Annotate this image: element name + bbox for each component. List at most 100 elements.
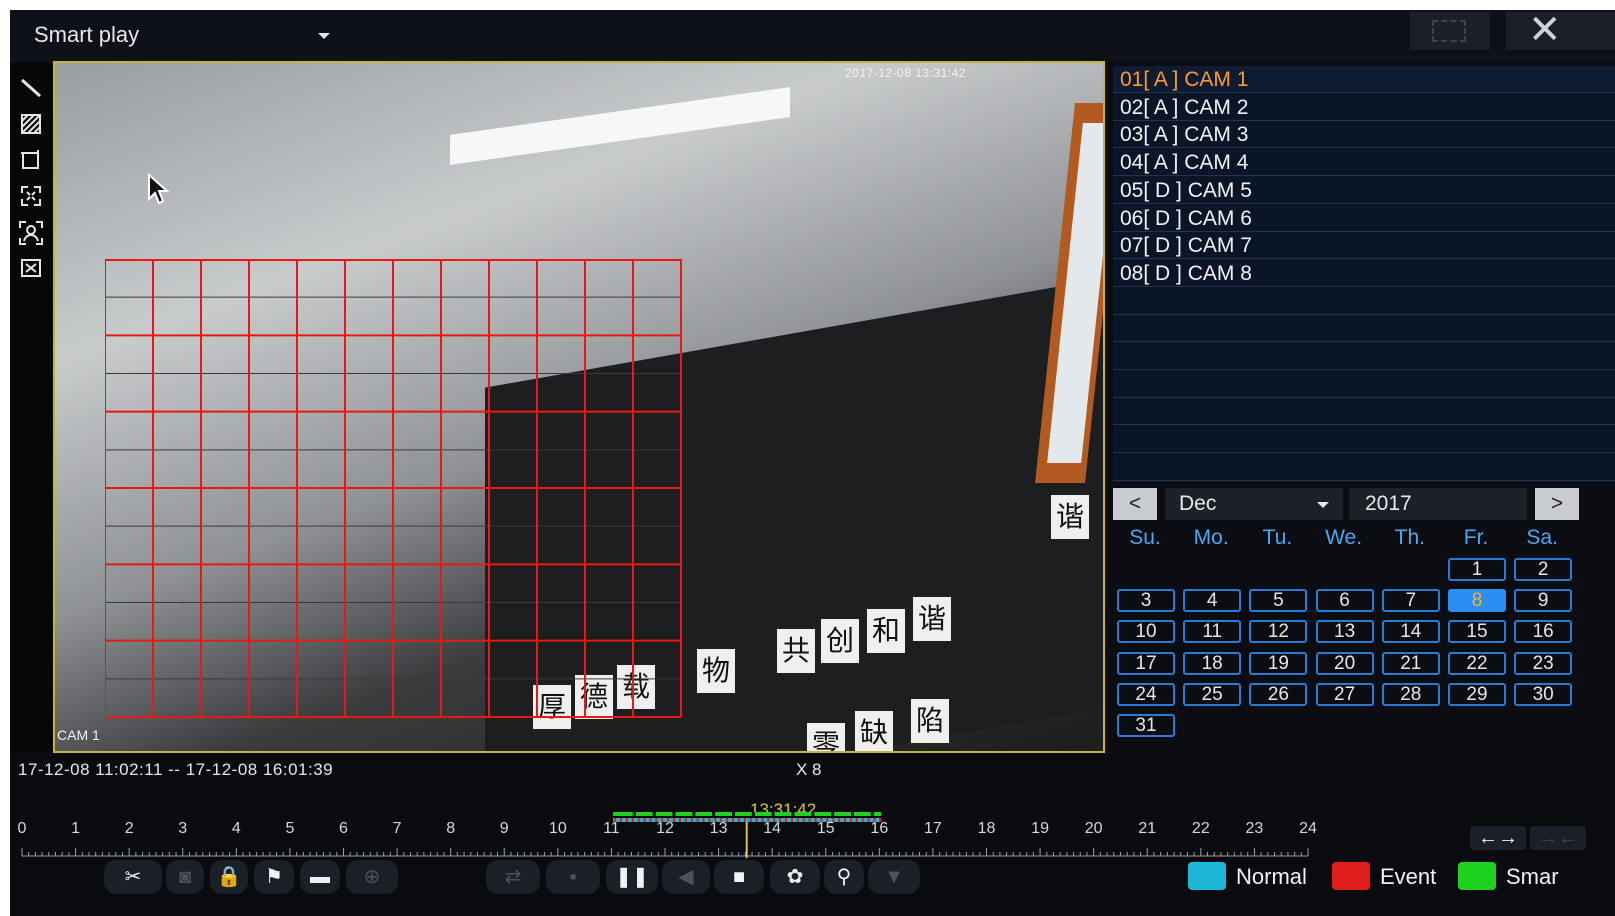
- timeline-collapse-button[interactable]: →←: [1530, 826, 1586, 850]
- event-mark: [855, 818, 858, 822]
- wall-character: 缺: [855, 711, 893, 751]
- calendar-day[interactable]: 29: [1448, 682, 1506, 706]
- calendar-day[interactable]: 16: [1514, 620, 1573, 644]
- camera-list: 01[ A ] CAM 1 02[ A ] CAM 2 03[ A ] CAM 30…: [1113, 66, 1615, 482]
- hour-label: 21: [1138, 820, 1157, 837]
- record-gap: [632, 812, 636, 816]
- area-fill-tool[interactable]: [16, 112, 46, 142]
- pause-button[interactable]: ❚❚: [606, 860, 658, 894]
- line-draw-tool[interactable]: [16, 76, 46, 106]
- lock-icon: 🔒: [216, 866, 242, 888]
- calendar-day[interactable]: 25: [1183, 682, 1242, 706]
- calendar-day[interactable]: 12: [1249, 620, 1308, 644]
- smart-search-grid[interactable]: [105, 259, 685, 719]
- split-icon: ⇄: [504, 866, 522, 888]
- camera-list-empty-row: [1113, 426, 1615, 454]
- frame-button[interactable]: ▪: [546, 860, 600, 894]
- record-gap: [850, 812, 854, 816]
- hour-label: 10: [548, 820, 567, 837]
- calendar-day[interactable]: 26: [1249, 682, 1308, 706]
- calendar-day[interactable]: 27: [1315, 682, 1374, 706]
- filter-icon: ▼: [884, 866, 904, 888]
- camera-item[interactable]: 05[ D ] CAM 5: [1113, 177, 1615, 204]
- hour-label: 17: [924, 820, 942, 837]
- playback-speed: X 8: [796, 760, 822, 779]
- calendar-day[interactable]: 30: [1514, 682, 1573, 706]
- hour-label: 4: [231, 820, 241, 837]
- camera-item[interactable]: 06[ D ] CAM 6: [1113, 205, 1615, 232]
- calendar-day[interactable]: 19: [1249, 651, 1308, 675]
- month-dropdown[interactable]: Dec: [1165, 488, 1343, 520]
- camera-item[interactable]: 04[ A ] CAM 4: [1113, 149, 1615, 177]
- calendar-day[interactable]: 22: [1448, 651, 1506, 675]
- snapshot-button[interactable]: ◙: [166, 860, 204, 894]
- next-month-button[interactable]: >: [1535, 488, 1579, 520]
- hour-label: 15: [816, 820, 835, 837]
- record-gap: [811, 812, 815, 816]
- clip-button[interactable]: ✂: [104, 860, 162, 894]
- timeline-expand-button[interactable]: ←→: [1470, 826, 1526, 850]
- calendar-day[interactable]: 9: [1514, 589, 1573, 613]
- calendar-day[interactable]: 31: [1117, 714, 1175, 737]
- search-button[interactable]: ⚲: [824, 860, 864, 894]
- year-field[interactable]: 2017: [1349, 488, 1527, 520]
- calendar-day[interactable]: 1: [1448, 558, 1506, 581]
- face-detect-tool[interactable]: [16, 220, 46, 250]
- calendar-day[interactable]: 24: [1117, 682, 1175, 706]
- hour-label: 13: [709, 820, 728, 837]
- calendar-day[interactable]: 14: [1381, 620, 1440, 644]
- calendar-day[interactable]: 5: [1249, 589, 1308, 613]
- calendar-day[interactable]: 8: [1448, 589, 1506, 613]
- calendar-day[interactable]: 20: [1315, 651, 1374, 675]
- event-mark: [731, 818, 734, 822]
- camera-item[interactable]: 07[ D ] CAM 7: [1113, 232, 1615, 260]
- calendar-day[interactable]: 21: [1381, 651, 1440, 675]
- folder-button[interactable]: ▬: [300, 860, 340, 894]
- camera-item[interactable]: 01[ A ] CAM 1: [1113, 66, 1615, 93]
- close-button[interactable]: ✕: [1506, 10, 1615, 52]
- stop-button[interactable]: ■: [714, 860, 764, 894]
- record-gap: [870, 812, 874, 816]
- event-mark: [637, 818, 640, 822]
- calendar-day[interactable]: 11: [1183, 620, 1242, 644]
- calendar-day[interactable]: 2: [1514, 558, 1573, 581]
- tag-button[interactable]: ⚑: [254, 860, 294, 894]
- clear-icon: [21, 259, 41, 277]
- calendar-day[interactable]: 4: [1183, 589, 1242, 613]
- region-select-tool[interactable]: [16, 148, 46, 178]
- expand-tool[interactable]: [16, 184, 46, 214]
- calendar-day[interactable]: 17: [1117, 651, 1175, 675]
- lock-button[interactable]: 🔒: [210, 860, 248, 894]
- calendar-day[interactable]: 6: [1315, 589, 1374, 613]
- top-bar: Smart play ✕: [10, 10, 1615, 62]
- zoom-button[interactable]: ⊕: [346, 860, 398, 894]
- mode-dropdown[interactable]: Smart play: [24, 18, 342, 52]
- event-mark: [743, 818, 746, 822]
- event-mark: [785, 818, 788, 822]
- camera-item[interactable]: 08[ D ] CAM 8: [1113, 260, 1615, 287]
- calendar-day[interactable]: 15: [1448, 620, 1506, 644]
- calendar-day[interactable]: 7: [1381, 589, 1440, 613]
- reverse-play-button[interactable]: ◀: [662, 860, 710, 894]
- settings-button[interactable]: ✿: [770, 860, 820, 894]
- split-button[interactable]: ⇄: [486, 860, 540, 894]
- weekday-header: Mo.: [1193, 526, 1229, 549]
- camera-item[interactable]: 02[ A ] CAM 2: [1113, 94, 1615, 121]
- calendar-day[interactable]: 28: [1381, 682, 1440, 706]
- calendar-day[interactable]: 13: [1315, 620, 1374, 644]
- hour-label: 9: [499, 820, 509, 837]
- event-mark: [808, 818, 811, 822]
- month-label: Dec: [1179, 492, 1217, 515]
- calendar-day[interactable]: 18: [1183, 651, 1242, 675]
- calendar-day[interactable]: 23: [1514, 651, 1573, 675]
- fullscreen-button[interactable]: [1410, 12, 1490, 50]
- camera-item[interactable]: 03[ A ] CAM 3: [1113, 121, 1615, 149]
- calendar-day[interactable]: 10: [1117, 620, 1175, 644]
- prev-month-button[interactable]: <: [1113, 488, 1157, 520]
- filter-button[interactable]: ▼: [868, 860, 920, 894]
- calendar-day[interactable]: 3: [1117, 589, 1175, 613]
- hour-label: 23: [1245, 820, 1264, 837]
- flag-icon: ⚑: [265, 866, 283, 888]
- clear-region-tool[interactable]: [16, 256, 46, 286]
- video-playback-view[interactable]: 厚 德 载 物 共 创 和 谐 零 缺 陷 谐 2017-12-08 13:31…: [53, 61, 1105, 753]
